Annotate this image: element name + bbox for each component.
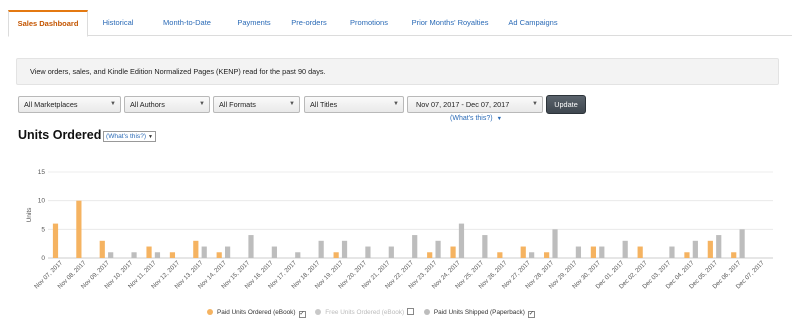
bar-paid-ebook: [684, 252, 690, 258]
bar-paid-paperback: [271, 246, 277, 258]
bar-paid-ebook: [333, 252, 339, 258]
bar-paid-paperback: [716, 235, 722, 258]
bar-paid-paperback: [552, 229, 558, 258]
bar-paid-paperback: [341, 240, 348, 258]
bar-paid-paperback: [599, 246, 605, 258]
y-axis-label: Units: [26, 207, 33, 223]
tab-ad-campaigns[interactable]: Ad Campaigns: [502, 10, 564, 36]
bar-paid-ebook: [216, 252, 222, 258]
section-title: Units Ordered: [18, 128, 102, 142]
report-tabs: Sales Dashboard Historical Month-to-Date…: [8, 10, 792, 37]
select-caret-icon: ▼: [393, 101, 399, 107]
whats-this-dropdown[interactable]: (What's this?) ▼: [103, 131, 156, 142]
gray-dot-icon: [315, 309, 322, 315]
bar-paid-paperback: [365, 246, 371, 258]
bar-paid-paperback: [669, 246, 675, 258]
bar-paid-paperback: [131, 252, 137, 258]
bar-paid-ebook: [544, 252, 550, 258]
y-tick-label: 10: [38, 198, 46, 205]
bar-paid-ebook: [146, 246, 152, 258]
tab-prior-months-royalties[interactable]: Prior Months' Royalties: [400, 10, 500, 36]
formats-select[interactable]: All Formats ▼: [213, 96, 300, 113]
orange-dot-icon: [207, 309, 213, 315]
bar-paid-paperback: [692, 240, 698, 258]
legend-item-free-ebook[interactable]: Free Units Ordered (eBook): [315, 307, 415, 319]
checkbox-checked-icon[interactable]: ✓: [527, 311, 535, 318]
titles-select-value: All Titles: [310, 100, 338, 109]
legend-label: Paid Units Shipped (Paperback): [433, 309, 525, 316]
formats-select-value: All Formats: [219, 100, 256, 109]
bar-paid-paperback: [318, 240, 324, 258]
y-tick-label: 5: [41, 226, 45, 233]
y-tick-label: 0: [41, 255, 45, 262]
bar-paid-ebook: [497, 252, 503, 258]
select-caret-icon: ▼: [110, 101, 116, 107]
bar-paid-paperback: [458, 223, 465, 258]
bar-paid-paperback: [225, 246, 231, 258]
tab-historical[interactable]: Historical: [90, 10, 146, 36]
bar-paid-ebook: [427, 252, 433, 258]
bar-paid-ebook: [637, 246, 643, 258]
legend-item-paid-paperback[interactable]: Paid Units Shipped (Paperback) ✓: [423, 307, 535, 319]
select-caret-icon: ▼: [532, 101, 538, 107]
checkbox-checked-icon[interactable]: ✓: [298, 311, 306, 318]
units-ordered-chart: 051015UnitsNov 07, 2017Nov 08, 2017Nov 0…: [26, 169, 773, 290]
bar-paid-paperback: [388, 246, 394, 258]
bar-paid-paperback: [108, 252, 114, 258]
update-button[interactable]: Update: [546, 95, 586, 114]
bar-paid-paperback: [529, 252, 535, 258]
bar-paid-paperback: [482, 235, 488, 258]
marketplace-select-value: All Marketplaces: [24, 100, 78, 109]
tab-payments[interactable]: Payments: [226, 10, 282, 36]
legend-label: Paid Units Ordered (eBook): [217, 309, 296, 316]
bar-paid-ebook: [76, 200, 82, 258]
tab-sales-dashboard[interactable]: Sales Dashboard: [8, 10, 88, 37]
chevron-down-icon: ▼: [147, 134, 153, 140]
marketplace-select[interactable]: All Marketplaces ▼: [18, 96, 121, 113]
legend-item-paid-ebook[interactable]: Paid Units Ordered (eBook) ✓: [207, 307, 306, 319]
legend-label: Free Units Ordered (eBook): [325, 309, 405, 316]
date-range-value: Nov 07, 2017 - Dec 07, 2017: [416, 100, 510, 109]
bar-paid-ebook: [169, 252, 176, 258]
bar-paid-paperback: [739, 229, 745, 258]
checkbox-unchecked-icon[interactable]: [407, 308, 415, 315]
whats-this-link-label: (What's this?): [450, 115, 493, 122]
chart-legend: Paid Units Ordered (eBook) ✓ Free Units O…: [207, 307, 543, 319]
authors-select[interactable]: All Authors ▼: [124, 96, 210, 113]
bar-paid-paperback: [412, 235, 418, 258]
authors-select-value: All Authors: [130, 100, 165, 109]
tab-pre-orders[interactable]: Pre-orders: [282, 10, 336, 36]
bar-paid-ebook: [193, 240, 199, 258]
bar-paid-ebook: [707, 240, 713, 258]
bar-paid-paperback: [248, 235, 254, 258]
bar-paid-paperback: [435, 240, 441, 258]
bar-paid-ebook: [52, 223, 59, 258]
bar-paid-ebook: [99, 240, 105, 258]
bar-paid-ebook: [450, 246, 456, 258]
tab-promotions[interactable]: Promotions: [338, 10, 400, 36]
whats-this-dropdown-label: (What's this?): [106, 133, 147, 140]
date-range-select[interactable]: Nov 07, 2017 - Dec 07, 2017 ▼: [407, 96, 543, 113]
bar-paid-paperback: [575, 246, 582, 258]
bar-paid-ebook: [731, 252, 737, 258]
bar-paid-ebook: [590, 246, 596, 258]
bar-paid-ebook: [520, 246, 526, 258]
titles-select[interactable]: All Titles ▼: [304, 96, 404, 113]
tab-month-to-date[interactable]: Month-to-Date: [148, 10, 226, 36]
bar-paid-paperback: [201, 246, 207, 258]
whats-this-link[interactable]: (What's this?) ▼: [450, 115, 502, 122]
y-tick-label: 15: [38, 169, 46, 176]
select-caret-icon: ▼: [289, 101, 295, 107]
bar-paid-paperback: [622, 240, 628, 258]
bar-paid-paperback: [154, 252, 161, 258]
chevron-down-icon: ▼: [496, 116, 503, 122]
bar-paid-paperback: [295, 252, 301, 258]
gray-dot-icon: [423, 309, 430, 315]
info-banner: View orders, sales, and Kindle Edition N…: [16, 58, 779, 85]
select-caret-icon: ▼: [199, 101, 205, 107]
